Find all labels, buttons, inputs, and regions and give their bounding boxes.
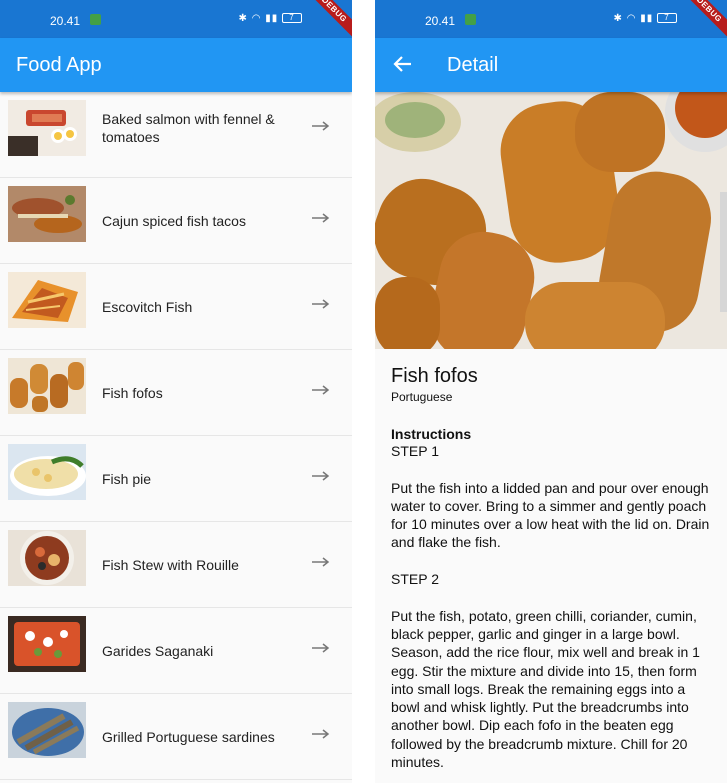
food-item-label: Fish Stew with Rouille	[102, 557, 239, 573]
arrow-forward-icon	[312, 471, 330, 481]
battery-icon: 7	[657, 13, 677, 24]
arrow-forward-icon	[312, 299, 330, 309]
arrow-forward-icon	[312, 213, 330, 223]
meal-image	[375, 92, 727, 349]
app-notification-icon	[90, 14, 101, 25]
status-bar: 20.41 ✱ ◠ ▮▮ 7 DEBUG	[375, 0, 727, 43]
detail-title: Detail	[447, 54, 499, 76]
food-list-screen: 20.41 ✱ ◠ ▮▮ 7 DEBUG Food App Baked salm…	[0, 0, 352, 783]
food-item-label: Fish fofos	[102, 385, 163, 401]
arrow-forward-icon	[312, 729, 330, 739]
signal-icon: ▮▮	[640, 13, 654, 24]
signal-icon: ▮▮	[265, 13, 279, 24]
wifi-icon: ◠	[626, 13, 637, 24]
meal-area: Portuguese	[391, 390, 453, 404]
arrow-forward-icon	[312, 121, 330, 131]
battery-icon: 7	[282, 13, 302, 24]
food-item-label: Baked salmon with fennel & tomatoes	[102, 111, 275, 145]
food-list-item[interactable]: Cajun spiced fish tacos	[0, 178, 352, 264]
app-bar: Detail	[375, 38, 727, 92]
wifi-icon: ◠	[251, 13, 262, 24]
food-list-item[interactable]: Fish Stew with Rouille	[0, 522, 352, 608]
arrow-forward-icon	[312, 385, 330, 395]
food-list-item[interactable]: Fish fofos	[0, 350, 352, 436]
food-item-label: Grilled Portuguese sardines	[102, 729, 275, 745]
status-bar: 20.41 ✱ ◠ ▮▮ 7 DEBUG	[0, 0, 352, 43]
food-item-label: Garides Saganaki	[102, 643, 214, 659]
app-title: Food App	[16, 54, 102, 76]
food-list: Baked salmon with fennel & tomatoes Caju…	[0, 92, 352, 780]
debug-banner: DEBUG	[301, 0, 352, 43]
status-time: 20.41	[50, 14, 81, 28]
food-thumbnail	[8, 100, 86, 156]
food-list-item[interactable]: Escovitch Fish	[0, 264, 352, 350]
arrow-forward-icon	[312, 643, 330, 653]
arrow-back-icon[interactable]	[391, 52, 415, 76]
food-thumbnail	[8, 616, 86, 672]
food-thumbnail	[8, 444, 86, 500]
status-icons: ✱ ◠ ▮▮ 7	[239, 13, 302, 24]
status-icons: ✱ ◠ ▮▮ 7	[614, 13, 677, 24]
food-list-item[interactable]: Baked salmon with fennel & tomatoes	[0, 92, 352, 178]
food-list-item[interactable]: Grilled Portuguese sardines	[0, 694, 352, 780]
food-item-label: Cajun spiced fish tacos	[102, 213, 246, 229]
instructions-heading: Instructions	[391, 426, 472, 442]
food-detail-screen: 20.41 ✱ ◠ ▮▮ 7 DEBUG Detail Fish fofos P…	[375, 0, 727, 783]
food-thumbnail	[8, 530, 86, 586]
food-item-label: Fish pie	[102, 471, 152, 487]
status-time: 20.41	[425, 14, 456, 28]
bluetooth-icon: ✱	[613, 13, 623, 24]
app-notification-icon	[465, 14, 476, 25]
debug-banner: DEBUG	[676, 0, 727, 43]
food-thumbnail	[8, 358, 86, 414]
instructions-text: STEP 1 Put the fish into a lidded pan an…	[391, 443, 710, 771]
bluetooth-icon: ✱	[238, 13, 248, 24]
food-thumbnail	[8, 702, 86, 758]
app-bar: Food App	[0, 38, 352, 92]
meal-detail: Fish fofos Portuguese Instructions STEP …	[375, 349, 727, 783]
food-thumbnail	[8, 186, 86, 242]
food-thumbnail	[8, 272, 86, 328]
meal-name: Fish fofos	[391, 365, 478, 387]
food-list-item[interactable]: Fish pie	[0, 436, 352, 522]
food-item-label: Escovitch Fish	[102, 299, 193, 315]
food-list-item[interactable]: Garides Saganaki	[0, 608, 352, 694]
arrow-forward-icon	[312, 557, 330, 567]
